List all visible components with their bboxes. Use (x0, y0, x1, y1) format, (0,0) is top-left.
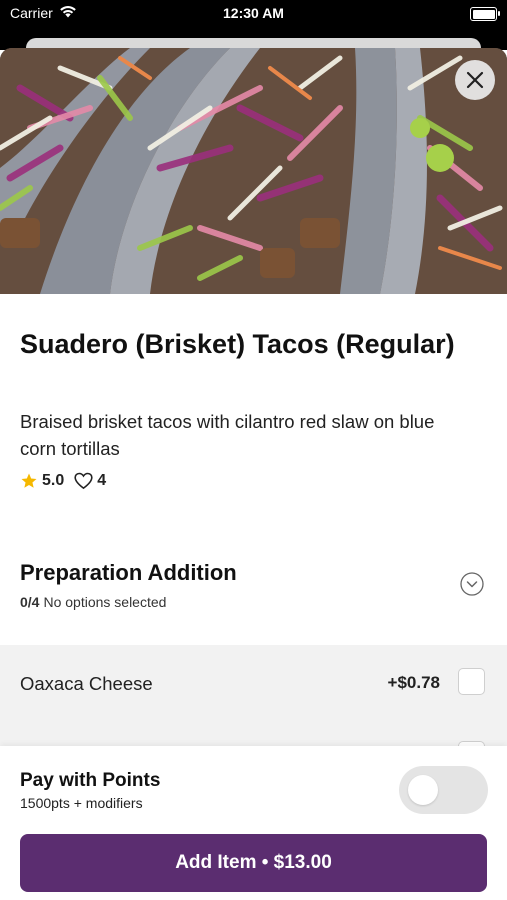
likes-count: 4 (97, 472, 107, 489)
points-title: Pay with Points (20, 770, 161, 791)
item-description: Braised brisket tacos with cilantro red … (20, 411, 435, 459)
section-toggle-button[interactable] (460, 572, 484, 596)
option-price: +$0.78 (387, 673, 440, 692)
selection-status: No options selected (43, 594, 167, 610)
option-checkbox[interactable] (458, 668, 485, 695)
item-stats: 5.0 4 (20, 472, 116, 490)
selection-count: 0/4 (20, 594, 40, 610)
add-item-button[interactable]: Add Item • $13.00 (20, 834, 487, 892)
option-row[interactable]: Oaxaca Cheese +$0.78 (0, 645, 507, 725)
item-photo (0, 48, 507, 294)
section-status: 0/4 No options selected (20, 594, 166, 610)
points-toggle[interactable] (399, 766, 488, 814)
close-icon (466, 71, 484, 89)
close-button[interactable] (455, 60, 495, 100)
footer-panel: Pay with Points 1500pts + modifiers Add … (0, 746, 507, 900)
item-title: Suadero (Brisket) Tacos (Regular) (20, 329, 455, 359)
chevron-down-icon (460, 572, 484, 596)
option-label: Oaxaca Cheese (20, 673, 153, 694)
section-title: Preparation Addition (20, 560, 237, 585)
battery-icon (470, 7, 500, 21)
points-subtitle: 1500pts + modifiers (20, 795, 143, 811)
status-time: 12:30 AM (223, 5, 284, 21)
likes[interactable]: 4 (74, 472, 106, 490)
option-row-partial (0, 725, 507, 747)
star-icon (21, 473, 37, 488)
heart-icon (74, 472, 93, 490)
rating: 5.0 (20, 472, 64, 490)
rating-value: 5.0 (42, 472, 65, 489)
toggle-knob (408, 775, 438, 805)
